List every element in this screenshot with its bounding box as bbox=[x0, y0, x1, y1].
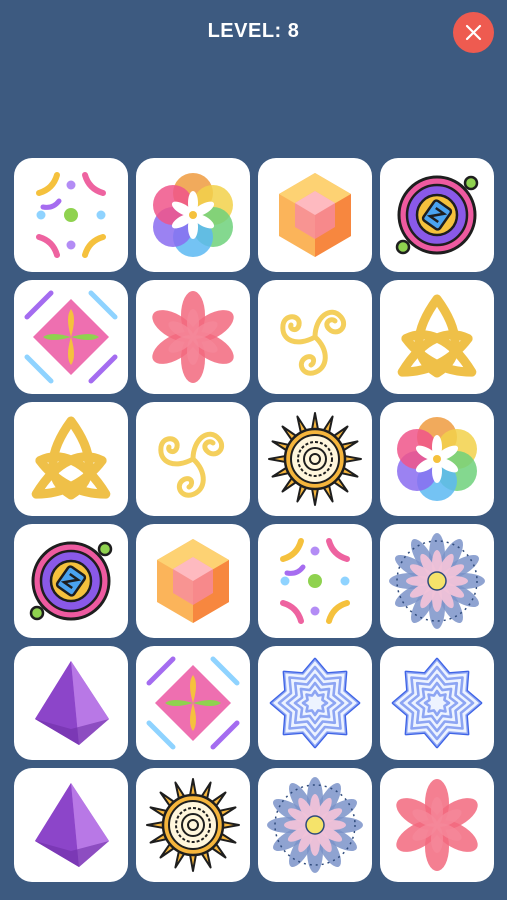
card-tile[interactable] bbox=[380, 768, 494, 882]
orange-hexagon-icon bbox=[279, 173, 351, 257]
portal-ring-icon bbox=[395, 175, 479, 255]
pink-flower-icon bbox=[152, 291, 234, 383]
card-tile[interactable] bbox=[14, 768, 128, 882]
portal-ring-icon bbox=[29, 541, 113, 621]
card-tile[interactable] bbox=[136, 402, 250, 516]
purple-pyramid-icon bbox=[35, 661, 109, 745]
card-tile[interactable] bbox=[258, 646, 372, 760]
blue-star-icon bbox=[269, 657, 361, 749]
celtic-knot-icon bbox=[31, 416, 111, 500]
card-tile[interactable] bbox=[380, 158, 494, 272]
card-tile[interactable] bbox=[14, 402, 128, 516]
color-flower-icon bbox=[397, 417, 477, 501]
level-title: LEVEL: 8 bbox=[207, 20, 300, 42]
color-flower-icon bbox=[153, 173, 233, 257]
card-tile[interactable] bbox=[258, 768, 372, 882]
blue-mandala-icon bbox=[389, 533, 485, 629]
orange-hexagon-icon bbox=[157, 539, 229, 623]
sun-mandala-icon bbox=[268, 412, 362, 506]
arcs-pattern-icon bbox=[36, 172, 106, 258]
triskele-icon bbox=[280, 309, 347, 376]
card-tile[interactable] bbox=[258, 158, 372, 272]
card-tile[interactable] bbox=[258, 280, 372, 394]
card-tile[interactable] bbox=[258, 524, 372, 638]
purple-pyramid-icon bbox=[35, 783, 109, 867]
blue-mandala-icon bbox=[267, 777, 363, 873]
arcs-pattern-icon bbox=[280, 538, 350, 624]
card-tile[interactable] bbox=[14, 158, 128, 272]
blue-star-icon bbox=[391, 657, 483, 749]
pink-flower-icon bbox=[396, 779, 478, 871]
card-tile[interactable] bbox=[258, 402, 372, 516]
top-bar: LEVEL: 8 bbox=[0, 0, 507, 66]
close-button[interactable] bbox=[453, 12, 494, 53]
card-tile[interactable] bbox=[380, 280, 494, 394]
diamond-leaf-icon bbox=[146, 656, 240, 750]
card-tile[interactable] bbox=[136, 646, 250, 760]
card-tile[interactable] bbox=[136, 524, 250, 638]
card-tile[interactable] bbox=[380, 524, 494, 638]
celtic-knot-icon bbox=[397, 294, 477, 378]
card-tile[interactable] bbox=[136, 280, 250, 394]
card-tile[interactable] bbox=[14, 524, 128, 638]
card-tile[interactable] bbox=[380, 646, 494, 760]
triskele-icon bbox=[158, 431, 225, 498]
diamond-leaf-icon bbox=[24, 290, 118, 384]
close-icon bbox=[465, 24, 482, 41]
card-tile[interactable] bbox=[136, 768, 250, 882]
sun-mandala-icon bbox=[146, 778, 240, 872]
game-board bbox=[14, 158, 494, 882]
card-tile[interactable] bbox=[14, 280, 128, 394]
card-tile[interactable] bbox=[380, 402, 494, 516]
card-tile[interactable] bbox=[14, 646, 128, 760]
card-tile[interactable] bbox=[136, 158, 250, 272]
